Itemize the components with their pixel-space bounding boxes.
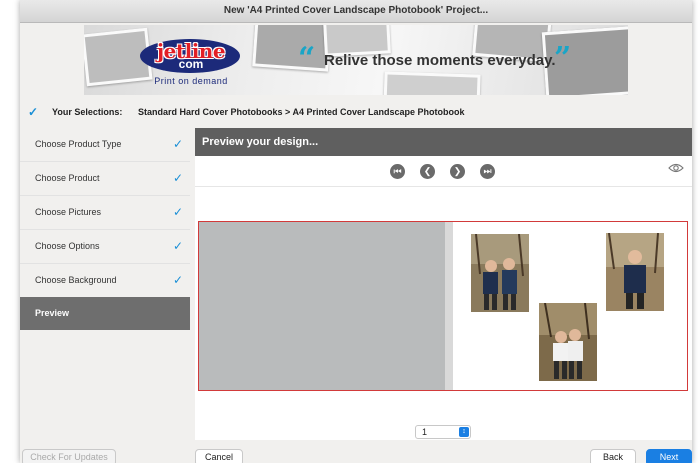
logo-tagline: Print on demand: [154, 76, 228, 86]
sidebar-item-choose-product[interactable]: Choose Product ✓: [20, 162, 190, 196]
page-number-value: 1: [422, 427, 428, 437]
banner-photo: [383, 71, 481, 95]
sidebar-item-label: Choose Background: [35, 275, 117, 285]
selections-check-icon: ✓: [28, 105, 39, 119]
selections-bar: ✓ Your Selections: Standard Hard Cover P…: [20, 100, 692, 124]
cancel-button[interactable]: Cancel: [195, 449, 243, 463]
preview-header: Preview your design...: [195, 128, 692, 156]
check-icon: ✓: [172, 239, 183, 253]
check-icon: ✓: [172, 137, 183, 151]
check-icon: ✓: [172, 171, 183, 185]
preview-panel: Preview your design... ⏮ ❮ ❯ ⏭ 1 ↕: [195, 128, 692, 440]
sidebar-item-preview[interactable]: Preview: [20, 297, 190, 330]
sidebar-item-label: Choose Options: [35, 241, 100, 251]
logo-sub: com: [178, 57, 204, 71]
sidebar-item-choose-product-type[interactable]: Choose Product Type ✓: [20, 128, 190, 162]
sidebar-item-label: Choose Product Type: [35, 139, 122, 149]
check-icon: ✓: [172, 273, 183, 287]
sidebar-item-label: Preview: [35, 308, 70, 318]
banner-photo: [252, 25, 332, 72]
app-window: New 'A4 Printed Cover Landscape Photoboo…: [20, 0, 692, 463]
jetline-banner: jetline com Print on demand “ Relive tho…: [84, 25, 628, 95]
photo-two-kids[interactable]: [539, 303, 597, 381]
sidebar-item-label: Choose Product: [35, 173, 100, 183]
close-quote-icon: ”: [554, 41, 572, 76]
first-page-icon[interactable]: ⏮: [390, 164, 405, 179]
check-icon: ✓: [172, 205, 183, 219]
sidebar-item-choose-background[interactable]: Choose Background ✓: [20, 264, 190, 298]
sidebar-item-choose-options[interactable]: Choose Options ✓: [20, 230, 190, 264]
check-for-updates-button[interactable]: Check For Updates: [22, 449, 116, 463]
sidebar-item-label: Choose Pictures: [35, 207, 102, 217]
book-spine: [445, 222, 453, 390]
next-page-icon[interactable]: ❯: [450, 164, 465, 179]
back-button[interactable]: Back: [590, 449, 636, 463]
stepper-icon: ↕: [459, 427, 469, 437]
photobook-spread[interactable]: [198, 221, 688, 391]
jetline-logo: jetline com Print on demand: [136, 35, 246, 95]
last-page-icon[interactable]: ⏭: [480, 164, 495, 179]
banner-tagline: Relive those moments everyday.: [324, 52, 556, 69]
selections-label: Your Selections:: [52, 107, 123, 117]
selections-path: Standard Hard Cover Photobooks > A4 Prin…: [138, 107, 465, 117]
next-button[interactable]: Next: [646, 449, 692, 463]
photo-two-boys[interactable]: [471, 234, 529, 312]
eye-icon[interactable]: [668, 162, 684, 174]
preview-title: Preview your design...: [202, 136, 319, 148]
sidebar-item-choose-pictures[interactable]: Choose Pictures ✓: [20, 196, 190, 230]
window-title: New 'A4 Printed Cover Landscape Photoboo…: [20, 0, 692, 23]
page-number-select[interactable]: 1 ↕: [415, 425, 471, 439]
left-page: [199, 222, 445, 390]
previous-page-icon[interactable]: ❮: [420, 164, 435, 179]
divider: [195, 186, 692, 187]
photo-one-boy[interactable]: [606, 233, 664, 311]
open-quote-icon: “: [298, 41, 316, 76]
steps-sidebar: Choose Product Type ✓ Choose Product ✓ C…: [20, 128, 190, 330]
